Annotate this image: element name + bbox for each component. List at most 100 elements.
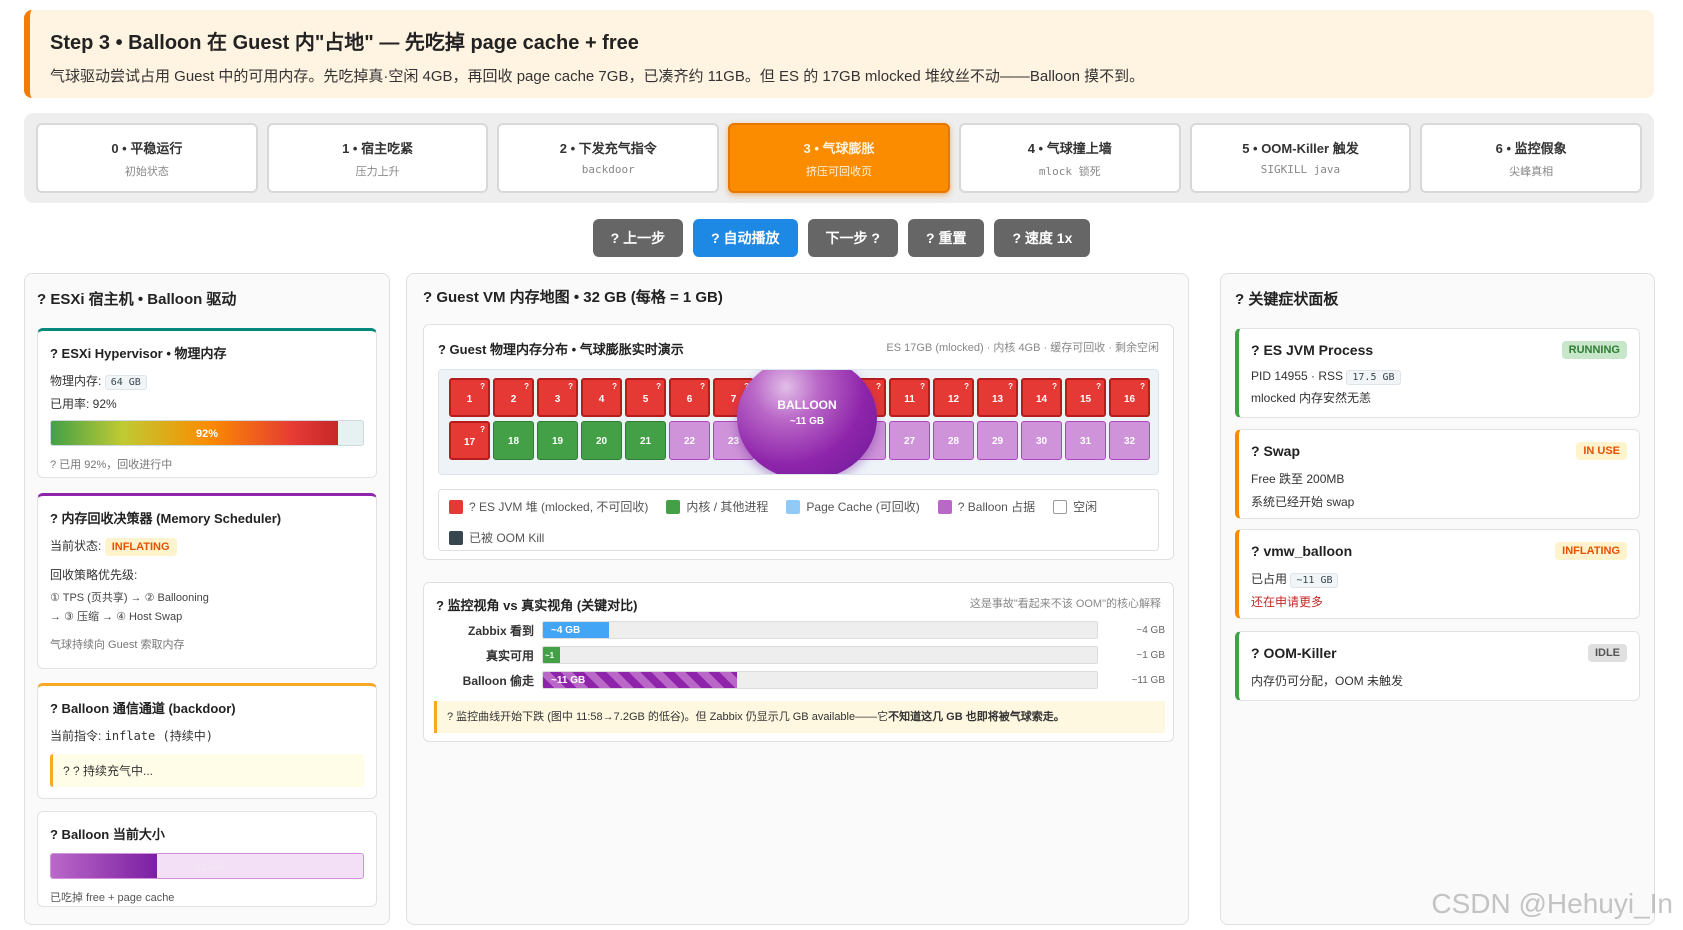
memory-cell-label: 13: [991, 394, 1004, 405]
swap-card: ? Swap IN USE Free 跌至 200MB 系统已经开始 swap: [1235, 429, 1640, 519]
step-tab-title: 3 • 气球膨胀: [803, 141, 875, 156]
compare-title: ? 监控视角 vs 真实视角 (关键对比): [436, 598, 638, 613]
esxi-panel-title: ? ESXi 宿主机 • Balloon 驱动: [37, 291, 237, 308]
step-tab-6[interactable]: 6 • 监控假象 尖峰真相: [1420, 123, 1643, 193]
vmw-balloon-warning: 还在申请更多: [1251, 595, 1324, 609]
vmw-balloon-card: ? vmw_balloon INFLATING 已占用 ~11 GB 还在申请更多: [1235, 529, 1640, 619]
step-tab-title: 4 • 气球撞上墙: [1027, 141, 1112, 156]
memory-cell-label: 19: [551, 436, 564, 447]
step-tab-2[interactable]: 2 • 下发充气指令 backdoor: [497, 123, 720, 193]
memory-cell: 31: [1065, 421, 1106, 460]
memory-cell: 12?: [933, 378, 974, 417]
backdoor-title: ? Balloon 通信通道 (backdoor): [50, 701, 236, 716]
vmw-balloon-header: ? vmw_balloon INFLATING: [1251, 542, 1627, 560]
step-tab-4[interactable]: 4 • 气球撞上墙 mlock 锁死: [958, 123, 1181, 193]
mlock-mark: ?: [480, 425, 485, 434]
memory-legend: ? ES JVM 堆 (mlocked, 不可回收) 内核 / 其他进程 Page …: [438, 489, 1159, 551]
memory-cell: 13?: [977, 378, 1018, 417]
vmw-balloon-used: ~11 GB: [1290, 573, 1339, 588]
compare-card: ? 监控视角 vs 真实视角 (关键对比) 这是事故"看起来不该 OOM"的核心…: [423, 582, 1174, 742]
vmw-balloon-used-label: 已占用: [1251, 572, 1288, 586]
mlock-mark: ?: [568, 382, 573, 391]
memory-cell-label: 5: [642, 394, 649, 405]
memory-cell-label: 22: [683, 436, 696, 447]
command-label: 当前指令:: [50, 729, 102, 743]
step-tab-0[interactable]: 0 • 平稳运行 初始状态: [36, 123, 258, 193]
oom-name: ? OOM-Killer: [1251, 645, 1337, 661]
vmw-balloon-used-row: 已占用 ~11 GB: [1251, 570, 1627, 588]
physical-memory-row: 物理内存: 64 GB: [50, 372, 364, 390]
jvm-rss: 17.5 GB: [1346, 370, 1401, 385]
balloon-size-note: 已吃掉 free + page cache: [50, 892, 175, 904]
vmw-balloon-name: ? vmw_balloon: [1251, 543, 1353, 559]
step-description: 气球驱动尝试占用 Guest 中的可用内存。先吃掉真·空闲 4GB，再回收 pa…: [50, 68, 1145, 85]
guest-vm-title: ? Guest VM 内存地图 • 32 GB (每格 = 1 GB): [423, 289, 723, 306]
balloon-size-label: ~11 GB: [188, 861, 226, 873]
step-tab-sub: backdoor: [581, 163, 635, 176]
compare-row: 真实可用 ~1 ~1 GB: [434, 646, 1165, 666]
vmw-balloon-status-badge: INFLATING: [1555, 542, 1627, 560]
memory-cell-label: 17: [463, 437, 476, 448]
compare-row: Balloon 偷走 ~11 GB ~11 GB: [434, 671, 1165, 691]
mlock-mark: ?: [1052, 382, 1057, 391]
physical-memory-value: 64 GB: [104, 375, 147, 390]
memory-cell-label: 14: [1035, 394, 1048, 405]
mlock-mark: ?: [964, 382, 969, 391]
compare-fill: ~4 GB: [543, 622, 610, 638]
memory-cell-label: 11: [904, 394, 915, 405]
memory-cell-label: 1: [466, 394, 473, 405]
esxi-panel: ? ESXi 宿主机 • Balloon 驱动 ? ESXi Hyperviso…: [24, 273, 390, 925]
compare-row-label: Balloon 偷走: [462, 674, 534, 688]
step-tab-5[interactable]: 5 • OOM-Killer 触发 SIGKILL java: [1189, 123, 1412, 193]
step-tab-title: 1 • 宿主吃紧: [342, 141, 414, 156]
step-tabs: 0 • 平稳运行 初始状态 1 • 宿主吃紧 压力上升 2 • 下发充气指令 back…: [24, 113, 1654, 203]
scheduler-state-badge: INFLATING: [104, 538, 177, 556]
jvm-pid-row: PID 14955 · RSS 17.5 GB: [1251, 369, 1627, 385]
compare-header: ? 监控视角 vs 真实视角 (关键对比) 这是事故"看起来不该 OOM"的核心…: [424, 583, 1173, 614]
compare-track: ~1: [542, 646, 1098, 664]
compare-fill: ~11 GB: [543, 672, 737, 688]
legend-label: 空闲: [1073, 500, 1098, 514]
step-tab-sub: mlock 锁死: [1038, 165, 1101, 178]
legend-swatch: [666, 499, 681, 514]
memory-cell-label: 23: [727, 436, 740, 447]
legend-swatch: [449, 499, 463, 514]
step-tab-title: 6 • 监控假象: [1495, 141, 1567, 156]
autoplay-button[interactable]: ? 自动播放: [693, 219, 798, 257]
compare-value: ~1 GB: [1136, 650, 1165, 661]
memory-cell: 2?: [493, 378, 534, 417]
mlock-mark: ?: [700, 382, 705, 391]
memory-cell-label: 29: [991, 436, 1004, 447]
mlock-mark: ?: [524, 382, 529, 391]
memory-cell-label: 2: [510, 394, 517, 405]
next-step-button[interactable]: 下一步 ?: [807, 219, 898, 257]
legend-label: Page Cache (可回收): [806, 500, 920, 514]
mlock-mark: ?: [612, 382, 617, 391]
host-usage-label: 92%: [195, 428, 219, 440]
memory-cell-label: 31: [1079, 436, 1092, 447]
mlock-mark: ?: [1140, 382, 1145, 391]
swap-header: ? Swap IN USE: [1251, 442, 1627, 460]
balloon-label: BALLOON: [777, 398, 837, 412]
step-tab-3-active[interactable]: 3 • 气球膨胀 挤压可回收页: [728, 123, 950, 193]
hypervisor-card: ? ESXi Hypervisor • 物理内存 物理内存: 64 GB 已用率…: [37, 328, 377, 478]
speed-button[interactable]: ? 速度 1x: [994, 219, 1091, 257]
host-usage-note: ? 已用 92%，回收进行中: [50, 459, 173, 471]
symptom-panel: ? 关键症状面板 ? ES JVM Process RUNNING PID 149…: [1220, 273, 1655, 925]
reset-button[interactable]: ? 重置: [908, 219, 985, 257]
memory-cell-label: 6: [686, 394, 693, 405]
legend-item: 内核 / 其他进程: [666, 498, 768, 515]
step-tab-title: 2 • 下发充气指令: [559, 141, 657, 156]
swap-status-badge: IN USE: [1576, 442, 1627, 460]
prev-step-button[interactable]: ? 上一步: [592, 219, 684, 257]
memory-cell: 30: [1021, 421, 1062, 460]
memory-cell: 22: [669, 421, 710, 460]
mlock-mark: ?: [920, 382, 925, 391]
memory-cell: 32: [1109, 421, 1150, 460]
memory-cell-label: 12: [947, 394, 960, 405]
memory-cell-label: 30: [1035, 436, 1048, 447]
memory-cell: 21: [625, 421, 666, 460]
memory-cell-label: 4: [598, 394, 605, 405]
mlock-mark: ?: [1008, 382, 1013, 391]
step-tab-1[interactable]: 1 • 宿主吃紧 压力上升: [266, 123, 489, 193]
